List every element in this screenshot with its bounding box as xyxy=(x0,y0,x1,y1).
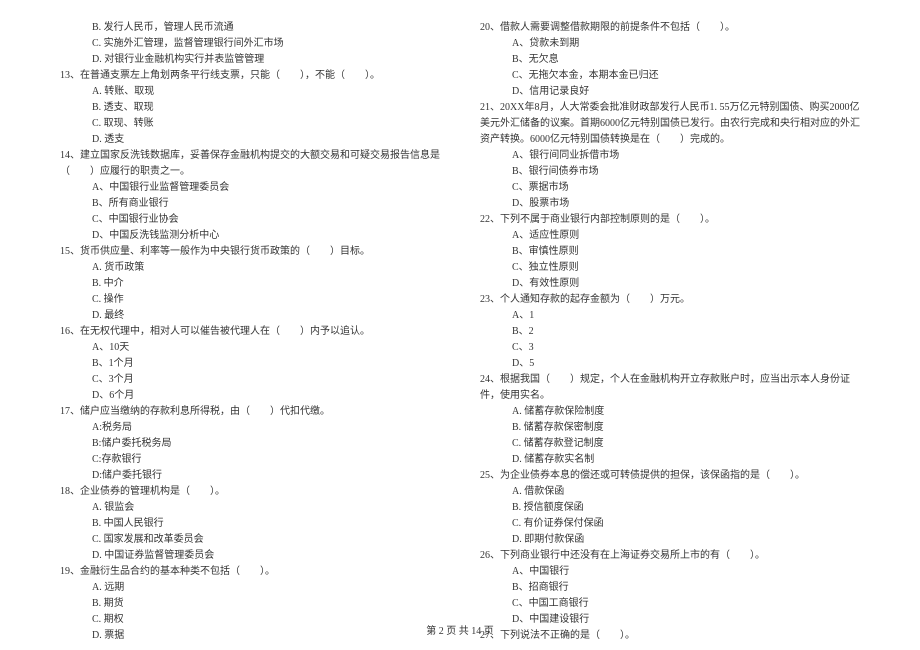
q14-option-a: A、中国银行业监督管理委员会 xyxy=(60,180,440,196)
q25-option-a: A. 借款保函 xyxy=(480,484,860,500)
q20-option-a: A、贷款未到期 xyxy=(480,36,860,52)
q24-option-b: B. 储蓄存款保密制度 xyxy=(480,420,860,436)
q18-option-b: B. 中国人民银行 xyxy=(60,516,440,532)
q16-option-c: C、3个月 xyxy=(60,372,440,388)
q22-option-a: A、适应性原则 xyxy=(480,228,860,244)
q26-option-c: C、中国工商银行 xyxy=(480,596,860,612)
q15-option-d: D. 最终 xyxy=(60,308,440,324)
q18-option-d: D. 中国证券监督管理委员会 xyxy=(60,548,440,564)
q25-stem: 25、为企业债券本息的偿还或可转债提供的担保，该保函指的是（ ）。 xyxy=(480,468,860,484)
q24-option-c: C. 储蓄存款登记制度 xyxy=(480,436,860,452)
q19-option-a: A. 远期 xyxy=(60,580,440,596)
q16-option-d: D、6个月 xyxy=(60,388,440,404)
q24-stem: 24、根据我国（ ）规定，个人在金融机构开立存款账户时，应当出示本人身份证件，使… xyxy=(480,372,860,404)
q21-stem: 21、20XX年8月，人大常委会批准财政部发行人民币1. 55万亿元特别国债、购… xyxy=(480,100,860,148)
q17-stem: 17、储户应当缴纳的存款利息所得税，由（ ）代扣代缴。 xyxy=(60,404,440,420)
q22-option-b: B、审慎性原则 xyxy=(480,244,860,260)
q21-option-b: B、银行间债券市场 xyxy=(480,164,860,180)
q20-stem: 20、借款人需要调整借款期限的前提条件不包括（ ）。 xyxy=(480,20,860,36)
q21-option-c: C、票据市场 xyxy=(480,180,860,196)
q16-option-a: A、10天 xyxy=(60,340,440,356)
q19-stem: 19、金融衍生品合约的基本种类不包括（ ）。 xyxy=(60,564,440,580)
q21-option-a: A、银行间同业拆借市场 xyxy=(480,148,860,164)
page-footer: 第 2 页 共 14 页 xyxy=(0,624,920,640)
q25-option-d: D. 即期付款保函 xyxy=(480,532,860,548)
q13-stem: 13、在普通支票左上角划两条平行线支票，只能（ ），不能（ ）。 xyxy=(60,68,440,84)
q19-option-b: B. 期货 xyxy=(60,596,440,612)
q26-option-b: B、招商银行 xyxy=(480,580,860,596)
q22-option-d: D、有效性原则 xyxy=(480,276,860,292)
q12-option-d: D. 对银行业金融机构实行并表监管管理 xyxy=(60,52,440,68)
q23-option-c: C、3 xyxy=(480,340,860,356)
q26-option-a: A、中国银行 xyxy=(480,564,860,580)
q15-option-b: B. 中介 xyxy=(60,276,440,292)
q20-option-c: C、无拖欠本金，本期本金已归还 xyxy=(480,68,860,84)
q20-option-d: D、信用记录良好 xyxy=(480,84,860,100)
q17-option-a: A:税务局 xyxy=(60,420,440,436)
q15-option-c: C. 操作 xyxy=(60,292,440,308)
page-content: B. 发行人民币，管理人民币流通 C. 实施外汇管理，监督管理银行间外汇市场 D… xyxy=(60,20,860,615)
q13-option-b: B. 透支、取现 xyxy=(60,100,440,116)
q14-option-b: B、所有商业银行 xyxy=(60,196,440,212)
q22-stem: 22、下列不属于商业银行内部控制原则的是（ ）。 xyxy=(480,212,860,228)
q26-stem: 26、下列商业银行中还没有在上海证券交易所上市的有（ ）。 xyxy=(480,548,860,564)
q13-option-d: D. 透支 xyxy=(60,132,440,148)
q14-option-c: C、中国银行业协会 xyxy=(60,212,440,228)
q16-option-b: B、1个月 xyxy=(60,356,440,372)
q23-option-d: D、5 xyxy=(480,356,860,372)
q14-option-d: D、中国反洗钱监测分析中心 xyxy=(60,228,440,244)
q18-stem: 18、企业债券的管理机构是（ ）。 xyxy=(60,484,440,500)
q13-option-c: C. 取现、转账 xyxy=(60,116,440,132)
q15-option-a: A. 货币政策 xyxy=(60,260,440,276)
q25-option-c: C. 有价证券保付保函 xyxy=(480,516,860,532)
q22-option-c: C、独立性原则 xyxy=(480,260,860,276)
right-column: 20、借款人需要调整借款期限的前提条件不包括（ ）。 A、贷款未到期 B、无欠息… xyxy=(480,20,860,615)
q21-option-d: D、股票市场 xyxy=(480,196,860,212)
q16-stem: 16、在无权代理中，相对人可以催告被代理人在（ ）内予以追认。 xyxy=(60,324,440,340)
q18-option-c: C. 国家发展和改革委员会 xyxy=(60,532,440,548)
q23-option-b: B、2 xyxy=(480,324,860,340)
q23-option-a: A、1 xyxy=(480,308,860,324)
q18-option-a: A. 银监会 xyxy=(60,500,440,516)
q25-option-b: B. 授信额度保函 xyxy=(480,500,860,516)
q17-option-d: D:储户委托银行 xyxy=(60,468,440,484)
q13-option-a: A. 转账、取现 xyxy=(60,84,440,100)
q23-stem: 23、个人通知存款的起存金额为（ ）万元。 xyxy=(480,292,860,308)
q24-option-d: D. 储蓄存款实名制 xyxy=(480,452,860,468)
q17-option-c: C:存款银行 xyxy=(60,452,440,468)
q20-option-b: B、无欠息 xyxy=(480,52,860,68)
q17-option-b: B:储户委托税务局 xyxy=(60,436,440,452)
q14-stem: 14、建立国家反洗钱数据库，妥善保存金融机构提交的大额交易和可疑交易报告信息是（… xyxy=(60,148,440,180)
left-column: B. 发行人民币，管理人民币流通 C. 实施外汇管理，监督管理银行间外汇市场 D… xyxy=(60,20,440,615)
q12-option-b: B. 发行人民币，管理人民币流通 xyxy=(60,20,440,36)
q12-option-c: C. 实施外汇管理，监督管理银行间外汇市场 xyxy=(60,36,440,52)
q24-option-a: A. 储蓄存款保险制度 xyxy=(480,404,860,420)
q15-stem: 15、货币供应量、利率等一般作为中央银行货币政策的（ ）目标。 xyxy=(60,244,440,260)
